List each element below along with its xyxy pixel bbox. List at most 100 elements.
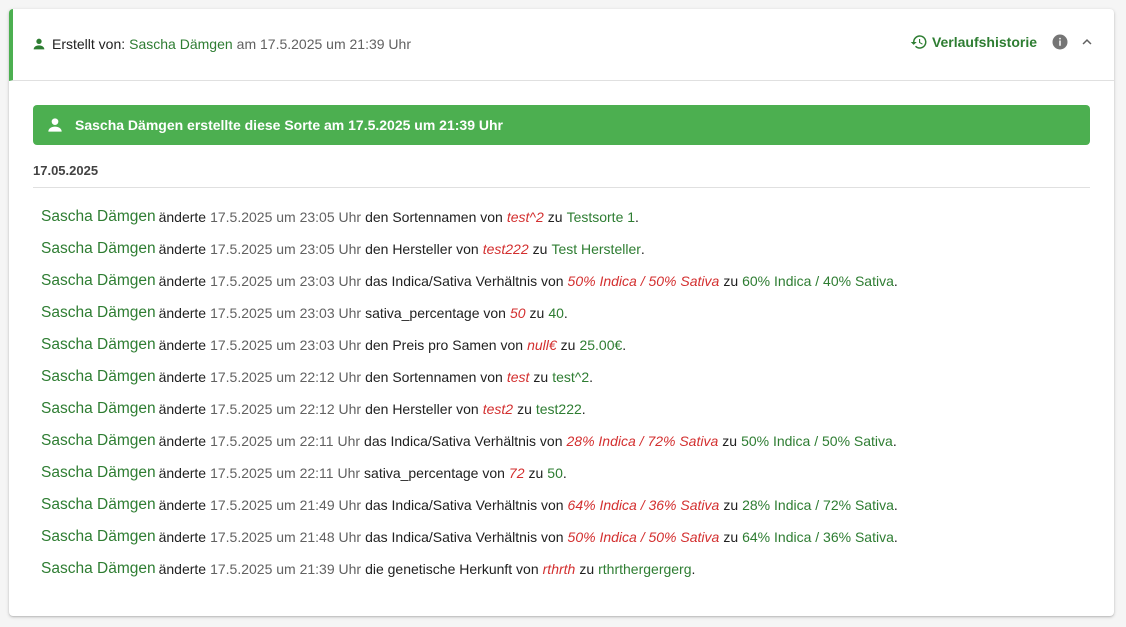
entry-old-value: 28% Indica / 72% Sativa — [566, 433, 719, 449]
entry-field: das Indica/Sativa Verhältnis von — [365, 497, 564, 513]
entry-new-value: test^2 — [552, 369, 590, 385]
entry-user: Sascha Dämgen — [41, 432, 156, 449]
entry-new-value: 28% Indica / 72% Sativa — [742, 497, 894, 513]
entry-time: 17.5.2025 um 22:11 Uhr — [210, 433, 361, 449]
chevron-up-icon[interactable] — [1078, 33, 1096, 51]
entry-user: Sascha Dämgen — [41, 496, 156, 513]
entry-connector: zu — [517, 401, 532, 417]
entry-connector: zu — [528, 465, 544, 481]
date-group-heading: 17.05.2025 — [33, 163, 99, 178]
entry-new-value: test222 — [535, 401, 582, 417]
list-item: Sascha Dämgen änderte 17.5.2025 um 22:12 U… — [41, 361, 1081, 393]
entry-new-value: 60% Indica / 40% Sativa — [742, 273, 894, 289]
entry-verb: änderte — [158, 401, 207, 417]
entry-new-value: rthrthergergerg — [598, 561, 692, 577]
history-button[interactable]: Verlaufshistorie — [910, 33, 1037, 51]
entry-new-value: 50 — [547, 465, 563, 481]
divider — [33, 187, 1090, 188]
entry-field: den Sortennamen von — [365, 369, 503, 385]
entry-user: Sascha Dämgen — [41, 208, 156, 225]
entry-time: 17.5.2025 um 21:39 Uhr — [210, 561, 362, 577]
entry-connector: zu — [723, 273, 739, 289]
history-list: Sascha Dämgen änderte 17.5.2025 um 23:05 U… — [41, 201, 1081, 585]
entry-field: sativa_percentage von — [365, 305, 506, 321]
entry-old-value: test — [506, 369, 530, 385]
entry-connector: zu — [722, 433, 738, 449]
entry-time: 17.5.2025 um 23:03 Uhr — [210, 273, 362, 289]
entry-time: 17.5.2025 um 23:03 Uhr — [210, 305, 362, 321]
entry-connector: zu — [533, 369, 549, 385]
entry-verb: änderte — [158, 369, 207, 385]
entry-end: . — [893, 497, 898, 513]
entry-new-value: Test Hersteller — [551, 241, 641, 257]
entry-field: den Sortennamen von — [365, 209, 503, 225]
entry-time: 17.5.2025 um 22:12 Uhr — [210, 401, 362, 417]
entry-time: 17.5.2025 um 22:11 Uhr — [210, 465, 361, 481]
history-card: Erstellt von: Sascha Dämgen am 17.5.2025… — [9, 9, 1114, 616]
entry-end: . — [581, 401, 586, 417]
person-icon — [33, 38, 45, 50]
entry-connector: zu — [529, 305, 545, 321]
entry-user: Sascha Dämgen — [41, 464, 156, 481]
entry-old-value: null€ — [527, 337, 557, 353]
banner-text: Sascha Dämgen erstellte diese Sorte am 1… — [75, 117, 503, 133]
entry-field: das Indica/Sativa Verhältnis von — [365, 273, 564, 289]
entry-verb: änderte — [158, 465, 207, 481]
entry-old-value: 72 — [508, 465, 525, 481]
history-icon — [910, 35, 927, 49]
entry-time: 17.5.2025 um 21:48 Uhr — [210, 529, 362, 545]
entry-connector: zu — [560, 337, 576, 353]
history-label: Verlaufshistorie — [931, 34, 1037, 50]
entry-verb: änderte — [158, 273, 207, 289]
entry-user: Sascha Dämgen — [41, 560, 156, 577]
entry-new-value: 40 — [548, 305, 564, 321]
entry-old-value: test222 — [482, 241, 529, 257]
entry-time: 17.5.2025 um 23:05 Uhr — [210, 241, 362, 257]
list-item: Sascha Dämgen änderte 17.5.2025 um 22:11 U… — [41, 425, 1081, 457]
person-icon — [48, 118, 62, 132]
entry-verb: änderte — [158, 209, 207, 225]
list-item: Sascha Dämgen änderte 17.5.2025 um 23:03 U… — [41, 329, 1081, 361]
entry-old-value: 50% Indica / 50% Sativa — [567, 529, 720, 545]
entry-time: 17.5.2025 um 23:03 Uhr — [210, 337, 362, 353]
list-item: Sascha Dämgen änderte 17.5.2025 um 22:11 U… — [41, 457, 1081, 489]
entry-verb: änderte — [158, 305, 207, 321]
entry-field: den Preis pro Samen von — [365, 337, 524, 353]
entry-old-value: 64% Indica / 36% Sativa — [567, 497, 720, 513]
entry-end: . — [893, 273, 898, 289]
entry-user: Sascha Dämgen — [41, 528, 156, 545]
entry-user: Sascha Dämgen — [41, 240, 156, 257]
entry-end: . — [892, 433, 897, 449]
list-item: Sascha Dämgen änderte 17.5.2025 um 21:49 U… — [41, 489, 1081, 521]
creator-info: Erstellt von: Sascha Dämgen am 17.5.2025… — [31, 36, 411, 52]
entry-connector: zu — [579, 561, 595, 577]
entry-new-value: 50% Indica / 50% Sativa — [741, 433, 893, 449]
entry-verb: änderte — [158, 433, 207, 449]
entry-old-value: test^2 — [506, 209, 544, 225]
entry-field: das Indica/Sativa Verhältnis von — [364, 433, 563, 449]
entry-field: sativa_percentage von — [364, 465, 505, 481]
entry-end: . — [622, 337, 627, 353]
entry-time: 17.5.2025 um 22:12 Uhr — [210, 369, 362, 385]
entry-user: Sascha Dämgen — [41, 368, 156, 385]
list-item: Sascha Dämgen änderte 17.5.2025 um 23:03 U… — [41, 297, 1081, 329]
entry-verb: änderte — [158, 337, 207, 353]
entry-user: Sascha Dämgen — [41, 272, 156, 289]
entry-end: . — [893, 529, 898, 545]
entry-field: den Hersteller von — [365, 241, 479, 257]
list-item: Sascha Dämgen änderte 17.5.2025 um 21:39 U… — [41, 553, 1081, 585]
entry-old-value: 50 — [509, 305, 526, 321]
info-icon[interactable] — [1051, 33, 1069, 51]
created-by-label: Erstellt von: — [52, 36, 126, 52]
list-item: Sascha Dämgen änderte 17.5.2025 um 23:03 U… — [41, 265, 1081, 297]
entry-time: 17.5.2025 um 23:05 Uhr — [210, 209, 362, 225]
list-item: Sascha Dämgen änderte 17.5.2025 um 22:12 U… — [41, 393, 1081, 425]
entry-new-value: Testsorte 1 — [566, 209, 636, 225]
created-at: am 17.5.2025 um 21:39 Uhr — [236, 36, 411, 52]
entry-connector: zu — [723, 497, 739, 513]
history-header[interactable]: Erstellt von: Sascha Dämgen am 17.5.2025… — [9, 9, 1114, 81]
list-item: Sascha Dämgen änderte 17.5.2025 um 21:48 U… — [41, 521, 1081, 553]
entry-field: die genetische Herkunft von — [365, 561, 539, 577]
entry-user: Sascha Dämgen — [41, 336, 156, 353]
entry-connector: zu — [723, 529, 739, 545]
